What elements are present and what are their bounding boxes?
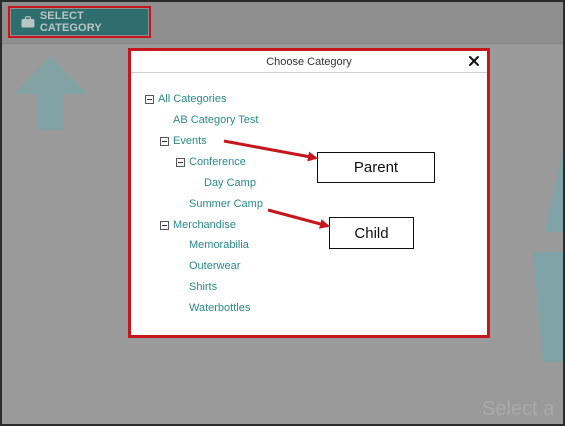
minus-square-icon[interactable] [176, 157, 185, 167]
tree-node-label[interactable]: Memorabilia [189, 239, 249, 251]
tree-node-label[interactable]: Summer Camp [189, 198, 263, 210]
parent-annotation-label: Parent [353, 159, 399, 176]
minus-square-icon[interactable] [160, 136, 169, 146]
child-annotation: Child [329, 217, 414, 249]
tree-node-waterbottles[interactable]: Waterbottles [189, 302, 250, 314]
choose-category-dialog: Choose Category All Categories AB Catego… [131, 51, 487, 335]
tree-node-day-camp[interactable]: Day Camp [204, 177, 256, 189]
tree-node-label[interactable]: Conference [189, 156, 246, 168]
minus-square-icon[interactable] [160, 220, 169, 230]
background-arrow-graphic [14, 56, 88, 130]
background-shape [533, 152, 563, 362]
tree-node-merchandise[interactable]: Merchandise [160, 219, 236, 231]
select-hint-text: Select a [482, 398, 555, 420]
tree-node-outerwear[interactable]: Outerwear [189, 260, 240, 272]
tree-node-label[interactable]: Day Camp [204, 177, 256, 189]
tree-node-shirts[interactable]: Shirts [189, 281, 217, 293]
minus-square-icon[interactable] [145, 94, 154, 104]
tree-node-events[interactable]: Events [160, 135, 207, 147]
tree-node-ab-category-test[interactable]: AB Category Test [173, 114, 258, 126]
tree-node-memorabilia[interactable]: Memorabilia [189, 239, 249, 251]
parent-annotation: Parent [317, 152, 435, 183]
tree-node-label[interactable]: Waterbottles [189, 302, 250, 314]
tree-node-label[interactable]: All Categories [158, 93, 226, 105]
briefcase-icon [21, 16, 35, 28]
child-annotation-label: Child [354, 224, 389, 242]
tree-node-label[interactable]: Outerwear [189, 260, 240, 272]
tree-node-label[interactable]: Merchandise [173, 219, 236, 231]
select-category-label: SELECT CATEGORY [39, 10, 102, 34]
select-category-button[interactable]: SELECT CATEGORY [11, 9, 148, 35]
tree-node-summer-camp[interactable]: Summer Camp [189, 198, 263, 210]
tree-node-label[interactable]: Shirts [189, 281, 217, 293]
dialog-title: Choose Category [266, 55, 352, 68]
tree-node-label[interactable]: Events [173, 135, 207, 147]
tree-node-label[interactable]: AB Category Test [173, 114, 258, 126]
tree-node-all-categories[interactable]: All Categories [145, 93, 226, 105]
app-window: SELECT CATEGORY Select a Choose Category… [0, 0, 565, 426]
close-icon[interactable] [467, 54, 481, 68]
dialog-header: Choose Category [131, 51, 487, 73]
tree-node-conference[interactable]: Conference [176, 156, 246, 168]
